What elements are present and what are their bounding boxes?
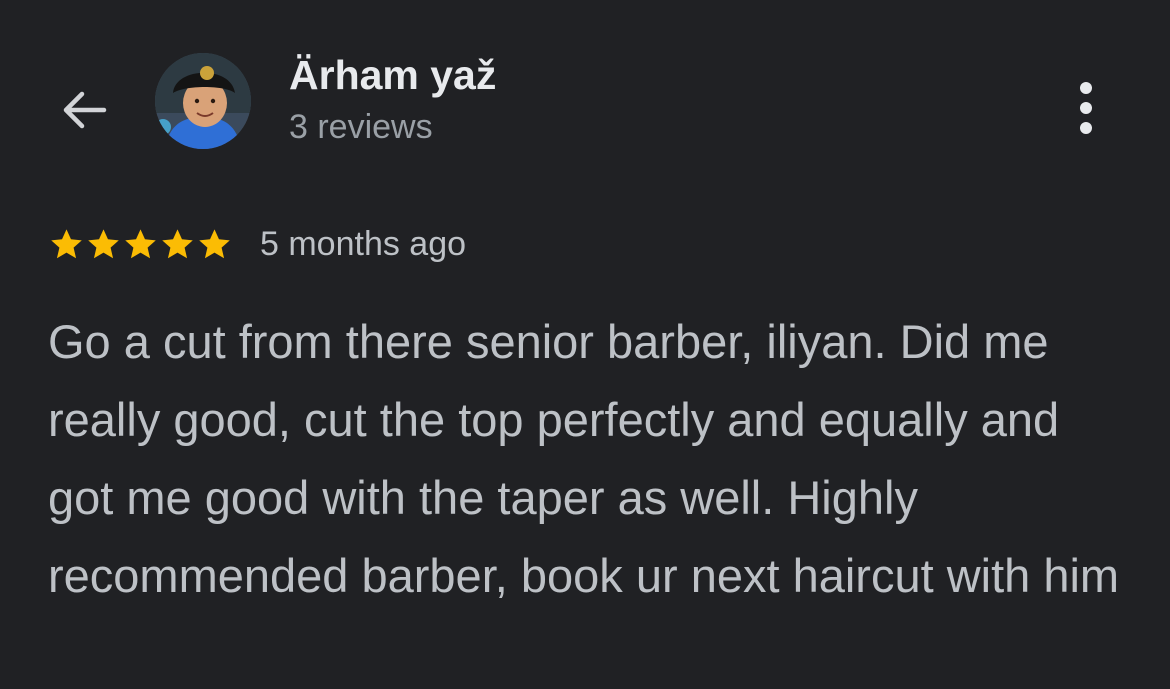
star-icon — [88, 228, 119, 258]
back-button[interactable] — [52, 78, 116, 142]
more-options-button[interactable] — [1056, 76, 1116, 140]
review-text: Go a cut from there senior barber, iliya… — [48, 315, 1120, 602]
star-rating — [48, 226, 233, 263]
star-icon — [51, 228, 82, 258]
rating-row: 5 months ago — [48, 222, 466, 266]
review-count: 3 reviews — [289, 108, 433, 146]
more-vertical-icon — [1080, 82, 1092, 134]
review-header: Ärham yaž 3 reviews — [0, 0, 1170, 200]
author-name[interactable]: Ärham yaž — [289, 52, 496, 99]
reviewer-photo — [155, 53, 251, 149]
review-time: 5 months ago — [260, 224, 467, 263]
star-icon — [162, 228, 193, 258]
star-icon — [199, 228, 230, 258]
avatar[interactable] — [155, 53, 251, 149]
star-icon — [125, 228, 156, 258]
arrow-left-icon — [63, 91, 107, 129]
